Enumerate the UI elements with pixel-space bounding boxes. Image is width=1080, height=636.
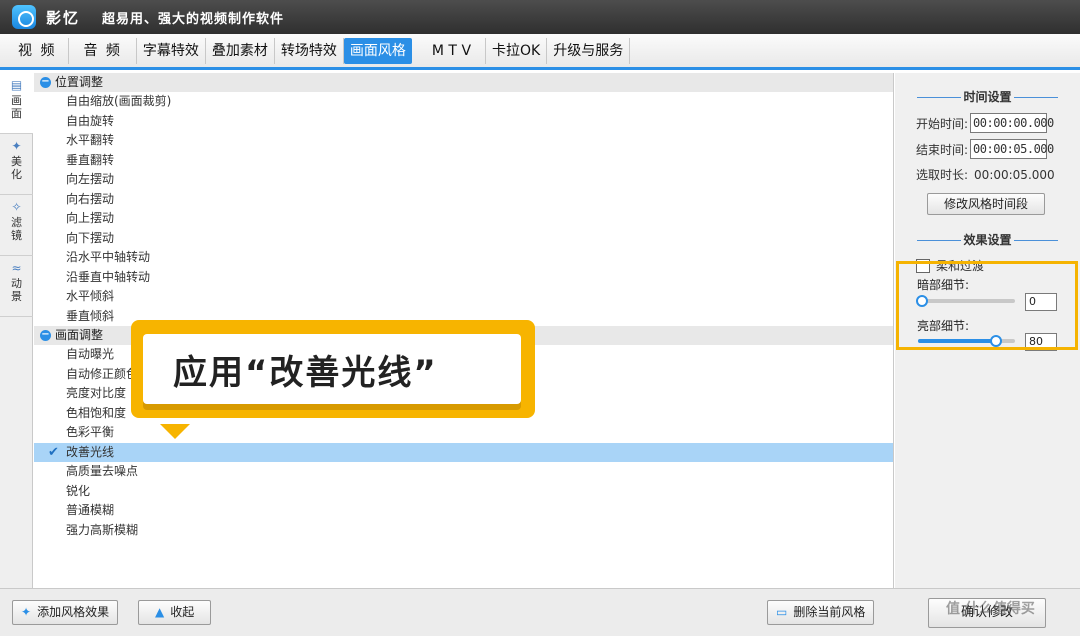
- list-item[interactable]: 向右摆动: [34, 190, 893, 210]
- list-item[interactable]: 向左摆动: [34, 170, 893, 190]
- callout-box: 应用“改善光线”: [143, 334, 521, 404]
- filter-wand-icon: ✧: [11, 200, 22, 214]
- list-item[interactable]: 自由旋转: [34, 112, 893, 132]
- collapse-minus-icon[interactable]: −: [40, 77, 51, 88]
- left-tab-beautify[interactable]: ✦ 美化: [0, 134, 33, 195]
- screen-icon: ▤: [10, 78, 23, 92]
- list-item[interactable]: 高质量去噪点: [34, 462, 893, 482]
- group-header-position[interactable]: − 位置调整: [34, 73, 893, 92]
- tab-upgrade-service[interactable]: 升级与服务: [547, 37, 631, 64]
- left-tab-label: 滤镜: [11, 216, 22, 242]
- left-tab-label: 动景: [11, 277, 22, 303]
- duration-label: 选取时长:: [916, 168, 969, 182]
- trash-icon: ▭: [776, 605, 788, 619]
- left-tab-picture[interactable]: ▤ 画面: [0, 73, 33, 134]
- tab-transition-effects[interactable]: 转场特效: [275, 37, 344, 64]
- list-item[interactable]: 普通模糊: [34, 501, 893, 521]
- magic-wand-icon: ✦: [21, 605, 32, 619]
- list-item[interactable]: 水平翻转: [34, 131, 893, 151]
- start-time-label: 开始时间:: [916, 116, 969, 131]
- modify-style-time-button[interactable]: 修改风格时间段: [927, 193, 1045, 215]
- list-item-selected[interactable]: ✔ 改善光线: [34, 442, 893, 462]
- callout-pointer-arrow: [160, 424, 190, 439]
- collapse-icon: ▲: [155, 605, 165, 619]
- left-tab-filter[interactable]: ✧ 滤镜: [0, 195, 33, 256]
- list-item-label: 改善光线: [66, 444, 115, 459]
- annotation-callout: 应用“改善光线”: [131, 320, 535, 418]
- group-title: 画面调整: [55, 328, 104, 342]
- app-logo-icon: [12, 5, 36, 29]
- magic-wand-icon: ✦: [11, 139, 22, 153]
- checkmark-icon: ✔: [48, 444, 59, 460]
- delete-current-style-label: 删除当前风格: [793, 605, 866, 619]
- tab-video[interactable]: 视 频: [6, 37, 70, 64]
- main-menu-bar: 视 频 音 频 字幕特效 叠加素材 转场特效 画面风格 M T V 卡拉OK 升…: [0, 34, 1080, 70]
- time-settings-title: 时间设置: [895, 89, 1080, 105]
- left-tab-label: 美化: [11, 155, 22, 181]
- effect-settings-highlight: [896, 261, 1078, 350]
- tab-mtv[interactable]: M T V: [418, 37, 487, 64]
- effect-settings-title: 效果设置: [895, 232, 1080, 248]
- list-item[interactable]: 锐化: [34, 482, 893, 502]
- list-item[interactable]: 向上摆动: [34, 209, 893, 229]
- list-item[interactable]: 沿垂直中轴转动: [34, 268, 893, 288]
- app-slogan: 超易用、强大的视频制作软件: [102, 11, 285, 27]
- list-item[interactable]: 垂直翻转: [34, 151, 893, 171]
- callout-text: 应用“改善光线”: [173, 352, 438, 393]
- collapse-minus-icon[interactable]: −: [40, 330, 51, 341]
- tab-karaoke[interactable]: 卡拉OK: [486, 37, 548, 64]
- app-name: 影忆: [46, 8, 81, 27]
- bottom-toolbar: ✦ 添加风格效果 ▲ 收起 ▭ 删除当前风格: [0, 588, 895, 636]
- left-tab-motion-scene[interactable]: ≈ 动景: [0, 256, 33, 317]
- add-style-effect-label: 添加风格效果: [37, 605, 110, 619]
- delete-current-style-button[interactable]: ▭ 删除当前风格: [767, 600, 875, 625]
- wave-icon: ≈: [11, 261, 22, 275]
- title-bar: 影忆 超易用、强大的视频制作软件: [0, 0, 1080, 34]
- left-tab-label: 画面: [11, 94, 22, 120]
- start-time-field[interactable]: 00:00:00.000: [970, 113, 1054, 133]
- add-style-effect-button[interactable]: ✦ 添加风格效果: [12, 600, 119, 625]
- tab-picture-style[interactable]: 画面风格: [343, 37, 412, 64]
- list-item[interactable]: 沿水平中轴转动: [34, 248, 893, 268]
- tab-audio[interactable]: 音 频: [69, 37, 137, 64]
- list-item[interactable]: 自由缩放(画面裁剪): [34, 92, 893, 112]
- end-time-label: 结束时间:: [916, 142, 969, 157]
- collapse-label: 收起: [170, 605, 195, 619]
- duration-value: 00:00:05.000: [974, 167, 1055, 182]
- collapse-button[interactable]: ▲ 收起: [138, 600, 212, 625]
- end-time-field[interactable]: 00:00:05.000: [970, 139, 1054, 159]
- list-item[interactable]: 水平倾斜: [34, 287, 893, 307]
- group-title: 位置调整: [55, 75, 104, 89]
- tab-overlay-material[interactable]: 叠加素材: [206, 37, 275, 64]
- list-item[interactable]: 向下摆动: [34, 229, 893, 249]
- watermark: 值 什么值得买: [946, 601, 1035, 617]
- list-item[interactable]: 强力高斯模糊: [34, 521, 893, 541]
- left-category-tabs: ▤ 画面 ✦ 美化 ✧ 滤镜 ≈ 动景: [0, 73, 33, 636]
- tab-subtitle-effects[interactable]: 字幕特效: [137, 37, 206, 64]
